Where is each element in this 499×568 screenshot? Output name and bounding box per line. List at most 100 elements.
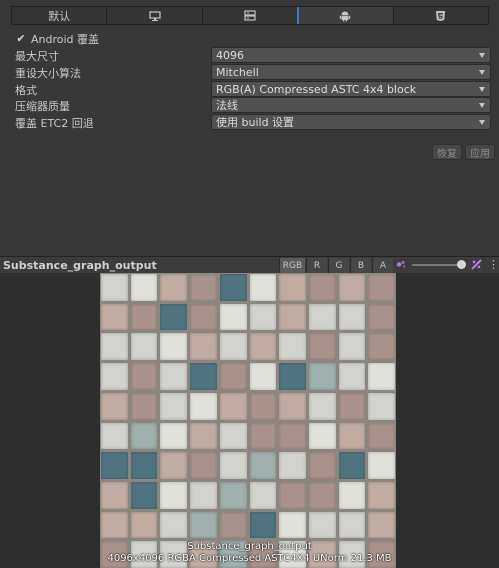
platform-tabs: 默认 [11, 6, 489, 25]
setting-row-etc2-fallback: 覆盖 ETC2 回退 使用 build 设置 [15, 114, 491, 131]
tab-webgl[interactable] [393, 7, 489, 24]
texture-tile [308, 274, 336, 301]
channel-b-button[interactable]: B [350, 258, 371, 273]
tab-server[interactable] [202, 7, 299, 24]
texture-tile [368, 333, 395, 361]
preview-toolbar: Substance_graph_output RGB R G B A ⋮ [0, 256, 499, 274]
tab-default-label: 默认 [48, 9, 71, 23]
setting-row-format: 格式 RGB(A) Compressed ASTC 4x4 block [15, 81, 491, 98]
texture-tile [249, 333, 277, 361]
channel-g-button[interactable]: G [328, 258, 349, 273]
texture-tile [338, 511, 366, 539]
texture-tile [160, 422, 188, 450]
format-dropdown[interactable]: RGB(A) Compressed ASTC 4x4 block [211, 81, 491, 97]
texture-tile [279, 333, 306, 361]
texture-tile [279, 481, 306, 509]
texture-tile [219, 363, 247, 390]
texture-tile [308, 392, 336, 420]
texture-tile [308, 303, 336, 331]
channel-a-button[interactable]: A [372, 258, 393, 273]
texture-tile [219, 452, 247, 479]
texture-tile [338, 452, 366, 479]
texture-tile [101, 333, 128, 361]
revert-button[interactable]: 恢复 [432, 144, 462, 160]
chevron-down-icon [479, 53, 485, 58]
channel-r-button[interactable]: R [306, 258, 327, 273]
texture-tile [190, 422, 217, 450]
more-options-icon[interactable]: ⋮ [488, 258, 499, 272]
texture-tile [279, 511, 306, 539]
texture-tile [190, 511, 217, 539]
linear-srgb-toggle-icon[interactable] [471, 259, 482, 273]
texture-tile [190, 481, 217, 509]
texture-name-label: Substance_graph_output [187, 541, 312, 552]
texture-tile [219, 392, 247, 420]
texture-tile [190, 274, 217, 301]
texture-tile [249, 481, 277, 509]
texture-tile [219, 303, 247, 331]
format-value: RGB(A) Compressed ASTC 4x4 block [216, 82, 417, 96]
texture-tile [219, 511, 247, 539]
texture-tile [368, 363, 395, 390]
texture-tile [130, 481, 158, 509]
texture-tile [308, 452, 336, 479]
override-checkbox[interactable]: ✔ [15, 33, 27, 45]
resize-algorithm-dropdown[interactable]: Mitchell [211, 64, 491, 80]
texture-tile [338, 392, 366, 420]
texture-tile [279, 274, 306, 301]
texture-details-label: 4096x4096 RGBA Compressed ASTC4X4 UNorm … [107, 553, 392, 564]
texture-tile [219, 333, 247, 361]
texture-tile [279, 392, 306, 420]
tab-android[interactable] [297, 7, 394, 24]
compressor-quality-dropdown[interactable]: 法线 [211, 97, 491, 113]
texture-tile [160, 452, 188, 479]
tab-default[interactable]: 默认 [12, 7, 108, 24]
setting-row-resize-algorithm: 重设大小算法 Mitchell [15, 64, 491, 81]
texture-tile [160, 333, 188, 361]
texture-preview-image [100, 273, 396, 568]
mip-level-slider-handle[interactable] [457, 260, 466, 269]
format-label: 格式 [15, 83, 37, 97]
texture-tile [130, 363, 158, 390]
texture-tile [101, 274, 128, 301]
max-size-value: 4096 [216, 48, 244, 62]
channel-rgb-button[interactable]: RGB [279, 258, 305, 273]
texture-tile [279, 422, 306, 450]
override-label: Android 覆盖 [31, 33, 100, 46]
texture-tile [190, 303, 217, 331]
texture-tile [368, 274, 395, 301]
texture-tile [160, 392, 188, 420]
chevron-down-icon [479, 87, 485, 92]
tab-standalone[interactable] [107, 7, 203, 24]
texture-tile [101, 481, 128, 509]
texture-tile [130, 333, 158, 361]
etc2-fallback-dropdown[interactable]: 使用 build 设置 [211, 114, 491, 130]
texture-tile [338, 422, 366, 450]
chevron-down-icon [479, 70, 485, 75]
texture-tile [130, 511, 158, 539]
texture-tile [160, 303, 188, 331]
resize-algorithm-label: 重设大小算法 [15, 66, 81, 80]
texture-tile [249, 274, 277, 301]
texture-tile [368, 452, 395, 479]
max-size-dropdown[interactable]: 4096 [211, 47, 491, 63]
texture-tile [130, 274, 158, 301]
texture-tile [249, 303, 277, 331]
texture-tile [338, 303, 366, 331]
texture-tile [368, 422, 395, 450]
apply-button[interactable]: 应用 [465, 144, 495, 160]
texture-tile [308, 481, 336, 509]
android-override-toggle[interactable]: ✔ Android 覆盖 [15, 31, 99, 47]
chevron-down-icon [479, 103, 485, 108]
texture-tile [219, 274, 247, 301]
texture-tile [160, 481, 188, 509]
texture-tile [249, 511, 277, 539]
texture-tile [338, 363, 366, 390]
texture-tile [190, 333, 217, 361]
texture-tile [101, 303, 128, 331]
server-icon [244, 10, 256, 21]
setting-row-max-size: 最大尺寸 4096 [15, 47, 491, 64]
texture-tile [308, 333, 336, 361]
chevron-down-icon [479, 120, 485, 125]
compressor-quality-label: 压缩器质量 [15, 99, 70, 113]
